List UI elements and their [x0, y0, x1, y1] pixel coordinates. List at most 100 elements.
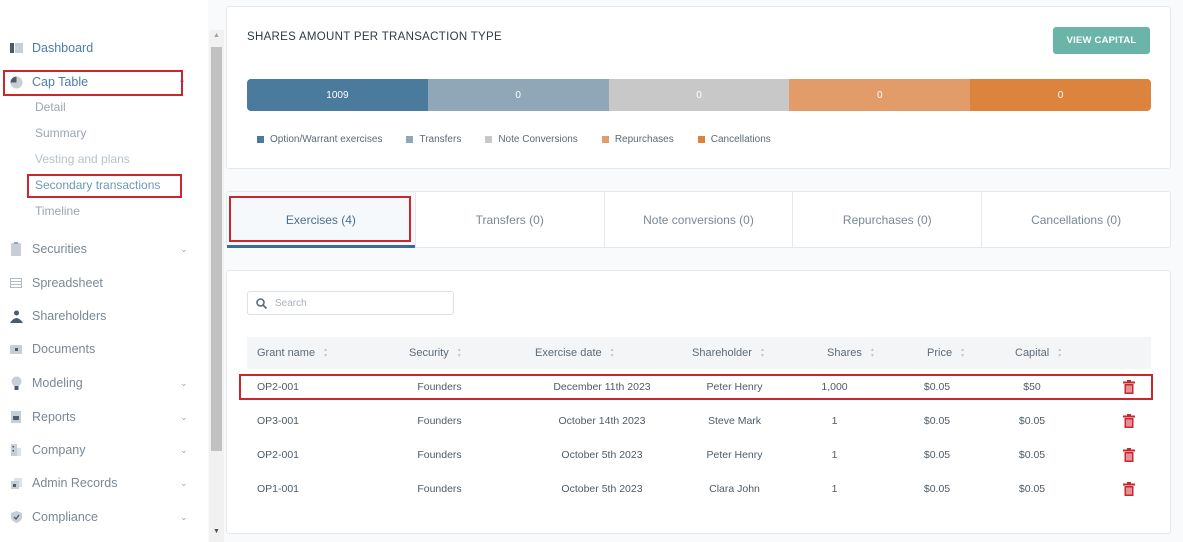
- sort-icon[interactable]: ▲ ▼: [960, 347, 965, 359]
- sidebar-item-admin-records[interactable]: Admin Records ⌄: [0, 470, 200, 496]
- column-header-exercise-date[interactable]: Exercise date ▲ ▼: [535, 337, 615, 369]
- column-header-label: Grant name: [257, 347, 316, 359]
- sort-icon[interactable]: ▲ ▼: [1057, 347, 1062, 359]
- tab-note-conversions[interactable]: Note conversions (0): [605, 192, 794, 247]
- cell-security: Founders: [417, 483, 462, 495]
- bar-segment-cancellations[interactable]: 0: [970, 79, 1151, 111]
- sidebar-item-label: Admin Records: [32, 476, 118, 490]
- column-header-capital[interactable]: Capital ▲ ▼: [1015, 337, 1062, 369]
- sidebar-subitem-timeline[interactable]: Timeline: [35, 204, 80, 218]
- sidebar-item-label: Compliance: [32, 510, 99, 524]
- column-header-shareholder[interactable]: Shareholder ▲ ▼: [692, 337, 765, 369]
- cell-grant-name: OP2-001: [257, 449, 300, 461]
- sidebar-subitem-summary[interactable]: Summary: [35, 126, 86, 140]
- sidebar-item-label: Cap Table: [32, 75, 89, 89]
- sidebar-subitem-vesting[interactable]: Vesting and plans: [35, 152, 130, 166]
- column-header-shares[interactable]: Shares ▲ ▼: [827, 337, 875, 369]
- cell-shares: 1: [831, 415, 838, 427]
- column-header-security[interactable]: Security ▲ ▼: [409, 337, 462, 369]
- delete-trash-icon[interactable]: [1123, 448, 1135, 462]
- delete-trash-icon[interactable]: [1123, 380, 1135, 394]
- chevron-down-icon: ⌄: [180, 477, 188, 488]
- table-row[interactable]: OP3-001 Founders October 14th 2023 Steve Ma…: [247, 407, 1151, 435]
- person-icon: [9, 309, 23, 323]
- sort-icon[interactable]: ▲ ▼: [870, 347, 875, 359]
- delete-trash-icon[interactable]: [1123, 482, 1135, 496]
- scroll-thumb[interactable]: [211, 47, 222, 451]
- sidebar-item-dashboard[interactable]: Dashboard: [0, 35, 200, 61]
- delete-trash-icon[interactable]: [1123, 414, 1135, 428]
- sidebar-item-company[interactable]: Company ⌄: [0, 437, 200, 463]
- sidebar-item-securities[interactable]: Securities ⌄: [0, 236, 200, 262]
- search-box[interactable]: [247, 291, 454, 315]
- cell-shares: 1,000: [821, 381, 848, 393]
- tab-exercises[interactable]: Exercises (4): [227, 192, 416, 248]
- table-row[interactable]: OP2-001 Founders December 11th 2023 Peter H…: [247, 373, 1151, 401]
- shares-chart-card: SHARES AMOUNT PER TRANSACTION TYPE VIEW …: [226, 6, 1171, 169]
- cell-price: $0.05: [923, 381, 951, 393]
- sidebar-subitem-detail[interactable]: Detail: [35, 100, 66, 114]
- legend-label: Cancellations: [710, 134, 771, 145]
- scroll-down-arrow-icon[interactable]: ▼: [209, 528, 224, 540]
- sidebar-item-modeling[interactable]: Modeling ⌄: [0, 370, 200, 396]
- sort-icon[interactable]: ▲ ▼: [457, 347, 462, 359]
- cell-exercise-date: December 11th 2023: [553, 381, 651, 393]
- table-row[interactable]: OP2-001 Founders October 5th 2023 Peter Hen…: [247, 441, 1151, 469]
- bar-segment-note-conversions[interactable]: 0: [608, 79, 790, 111]
- cell-capital: $0.05: [1018, 415, 1046, 427]
- sidebar-item-label: Shareholders: [32, 309, 107, 323]
- cell-price: $0.05: [923, 415, 951, 427]
- sidebar-item-label: Company: [32, 443, 86, 457]
- search-input[interactable]: [275, 297, 445, 309]
- tab-cancellations[interactable]: Cancellations (0): [982, 192, 1170, 247]
- column-header-grant-name[interactable]: Grant name ▲ ▼: [257, 337, 328, 369]
- bar-value-label: 0: [877, 89, 883, 101]
- sidebar-item-cap-table[interactable]: Cap Table ^: [0, 69, 200, 95]
- legend-label: Repurchases: [614, 134, 674, 145]
- sidebar-item-label: Spreadsheet: [32, 276, 103, 290]
- column-header-label: Capital: [1015, 347, 1050, 359]
- sidebar-scrollbar[interactable]: ▲ ▼: [209, 30, 224, 542]
- column-header-price[interactable]: Price ▲ ▼: [927, 337, 965, 369]
- exercises-table-card: Grant name▲▼Security▲▼Exercise date▲▼Sha…: [226, 270, 1171, 534]
- cell-grant-name: OP1-001: [257, 483, 300, 495]
- legend-swatch: [601, 136, 609, 143]
- column-header-label: Shares: [827, 347, 862, 359]
- spreadsheet-icon: [9, 276, 23, 290]
- bar-segment-transfers[interactable]: 0: [427, 79, 609, 111]
- bar-segment-repurchases[interactable]: 0: [789, 79, 971, 111]
- sort-icon[interactable]: ▲ ▼: [610, 347, 615, 359]
- tab-transfers[interactable]: Transfers (0): [416, 192, 605, 247]
- sidebar-item-reports[interactable]: Reports ⌄: [0, 404, 200, 430]
- sidebar-item-label: Modeling: [32, 376, 83, 390]
- view-capital-button[interactable]: VIEW CAPITAL: [1053, 27, 1150, 54]
- cell-capital: $0.05: [1018, 483, 1046, 495]
- sort-icon[interactable]: ▲ ▼: [760, 347, 765, 359]
- building-icon: [9, 443, 23, 457]
- bar-value-label: 0: [1057, 89, 1064, 101]
- cell-capital: $50: [1023, 381, 1041, 393]
- scroll-up-arrow-icon[interactable]: ▲: [209, 32, 224, 44]
- sidebar-item-shareholders[interactable]: Shareholders: [0, 303, 200, 329]
- sidebar-item-compliance[interactable]: Compliance ⌄: [0, 504, 200, 530]
- bar-segment-option-warrant-exercises[interactable]: 1009: [247, 79, 428, 111]
- bar-value-label: 0: [515, 89, 521, 101]
- cell-grant-name: OP3-001: [257, 415, 300, 427]
- stacked-bar: 1009 0 0 0 0: [247, 79, 1151, 111]
- sidebar-item-spreadsheet[interactable]: Spreadsheet: [0, 270, 200, 296]
- sort-icon[interactable]: ▲ ▼: [323, 347, 328, 359]
- column-header-label: Shareholder: [692, 347, 752, 359]
- tab-repurchases[interactable]: Repurchases (0): [793, 192, 983, 247]
- sidebar-item-documents[interactable]: Documents: [0, 336, 200, 362]
- bar-value-label: 1009: [326, 89, 349, 101]
- cell-security: Founders: [417, 381, 462, 393]
- app: Dashboard Cap Table ^ Detail Summary Ves…: [0, 0, 1183, 542]
- shield-icon: [9, 510, 23, 524]
- chevron-down-icon: ⌄: [180, 377, 188, 388]
- legend-item: Note Conversions: [485, 134, 578, 145]
- table-row[interactable]: OP1-001 Founders October 5th 2023 Clara Joh…: [247, 475, 1151, 503]
- sidebar-subitem-secondary-transactions[interactable]: Secondary transactions: [35, 178, 160, 192]
- cell-shareholder: Peter Henry: [706, 449, 763, 461]
- report-icon: [9, 410, 23, 424]
- transaction-tabs: Exercises (4) Transfers (0) Note conversio…: [226, 191, 1171, 248]
